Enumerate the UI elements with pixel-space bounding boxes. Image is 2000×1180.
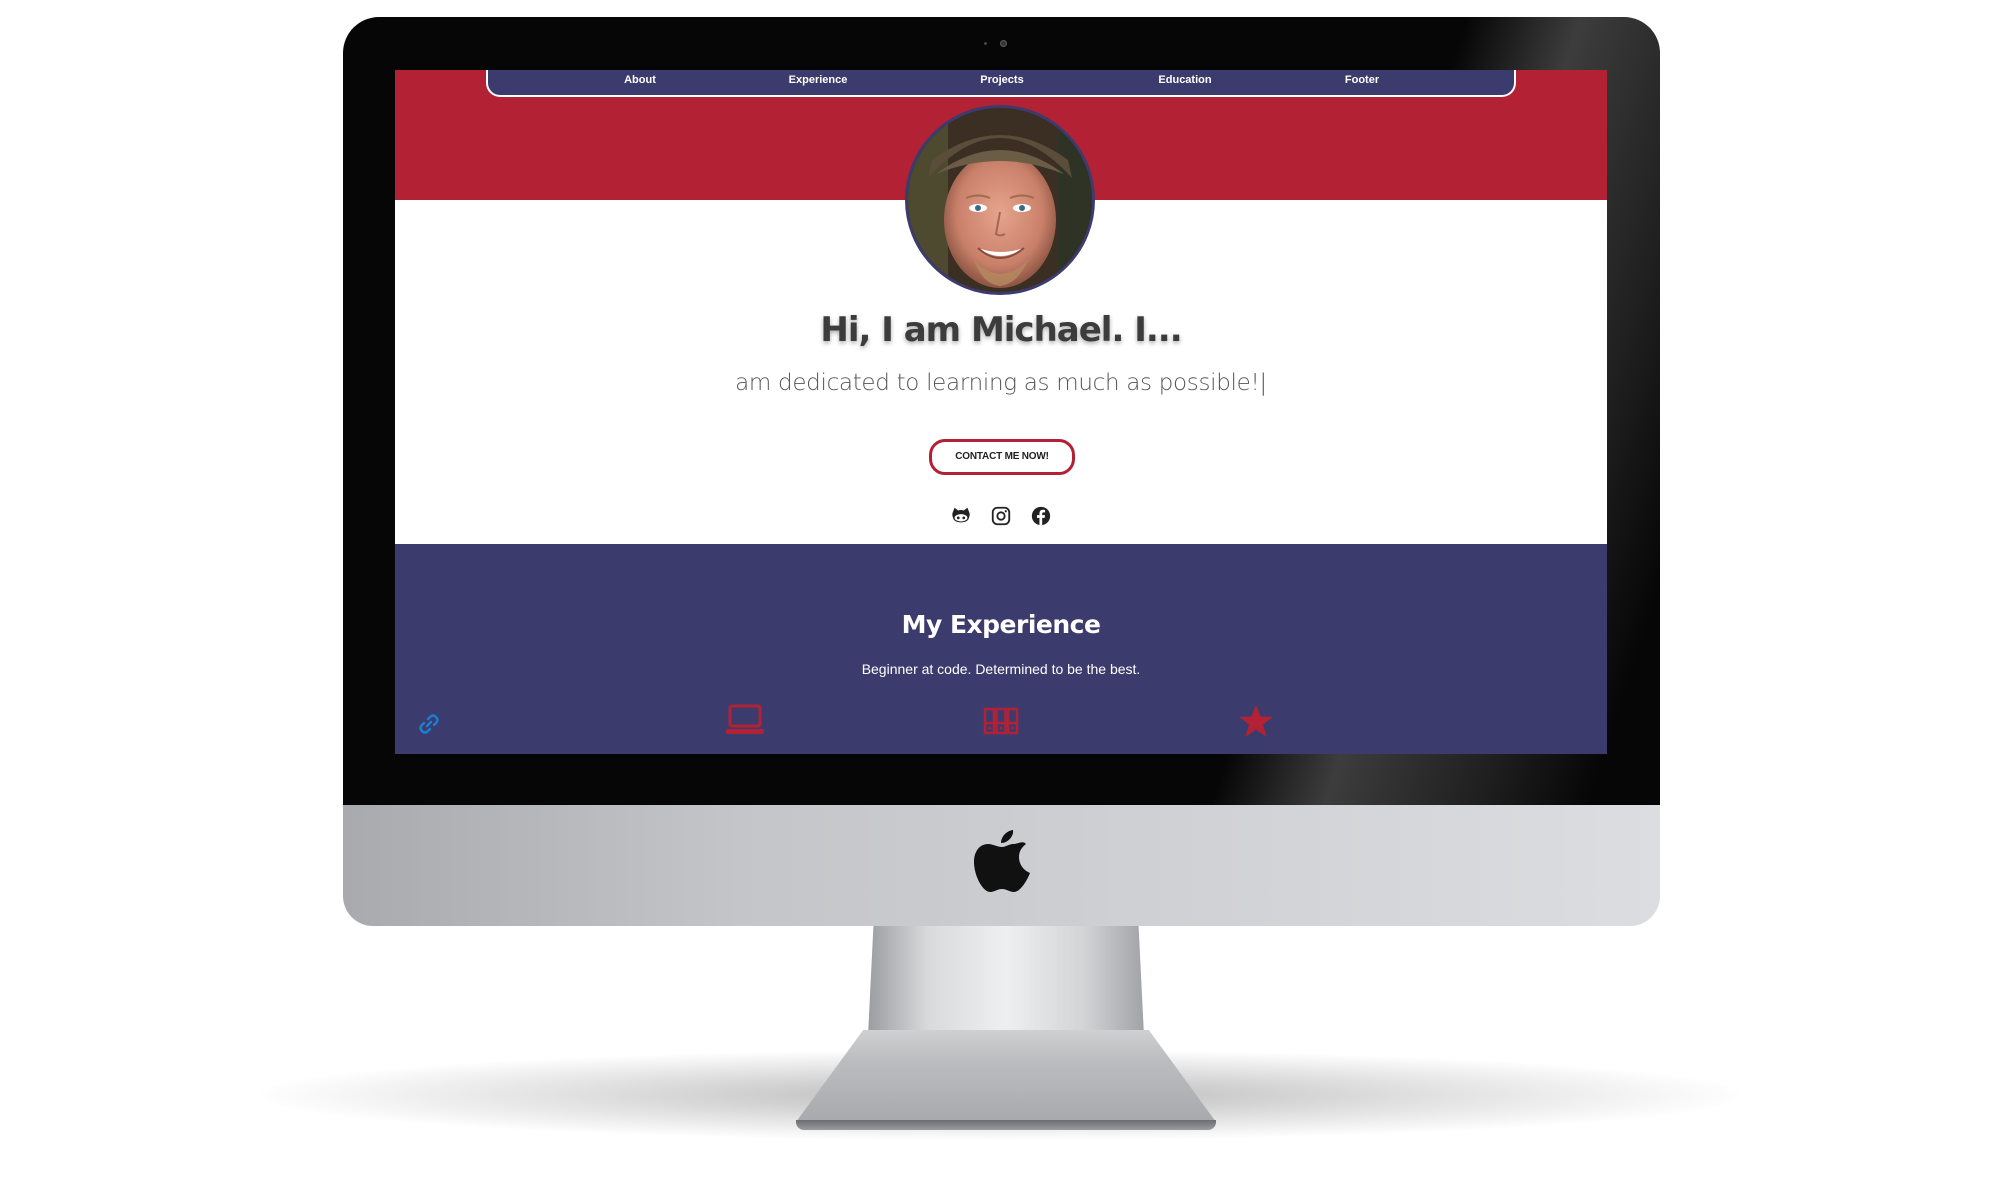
social-links: [395, 505, 1607, 529]
experience-section: My Experience Beginner at code. Determin…: [395, 544, 1607, 754]
experience-title: My Experience: [901, 610, 1101, 639]
experience-subtitle: Beginner at code. Determined to be the b…: [861, 661, 1141, 677]
contact-me-button[interactable]: CONTACT ME NOW!: [929, 439, 1075, 475]
link-icon[interactable]: [417, 712, 441, 736]
sensor-dot: [984, 42, 987, 45]
monitor-stand-base-edge: [796, 1120, 1216, 1130]
server-icon: [983, 707, 1019, 735]
nav-link-experience[interactable]: Experience: [789, 74, 848, 86]
nav-link-education[interactable]: Education: [1158, 74, 1211, 86]
facebook-icon[interactable]: [1030, 505, 1052, 527]
nav-link-about[interactable]: About: [624, 74, 656, 86]
apple-logo-icon: [974, 830, 1030, 892]
profile-photo: [908, 108, 1092, 292]
typing-cursor: |: [1259, 370, 1267, 396]
instagram-icon[interactable]: [990, 505, 1012, 527]
website-screen: About Experience Projects Education Foot…: [395, 70, 1607, 754]
laptop-icon: [726, 704, 764, 734]
github-icon[interactable]: [950, 505, 972, 527]
camera-icon: [1000, 40, 1007, 47]
hero-typing-subtitle: am dedicated to learning as much as poss…: [395, 370, 1607, 396]
nav-link-footer[interactable]: Footer: [1345, 74, 1379, 86]
hero-subtitle-text: am dedicated to learning as much as poss…: [735, 370, 1260, 396]
monitor-stand: [868, 924, 1144, 1036]
profile-avatar: [905, 105, 1095, 295]
star-icon: [1239, 705, 1273, 737]
top-navbar: About Experience Projects Education Foot…: [486, 70, 1516, 97]
hero-title: Hi, I am Michael. I...: [820, 310, 1182, 350]
monitor-stand-base: [796, 1030, 1216, 1130]
nav-link-projects[interactable]: Projects: [980, 74, 1023, 86]
